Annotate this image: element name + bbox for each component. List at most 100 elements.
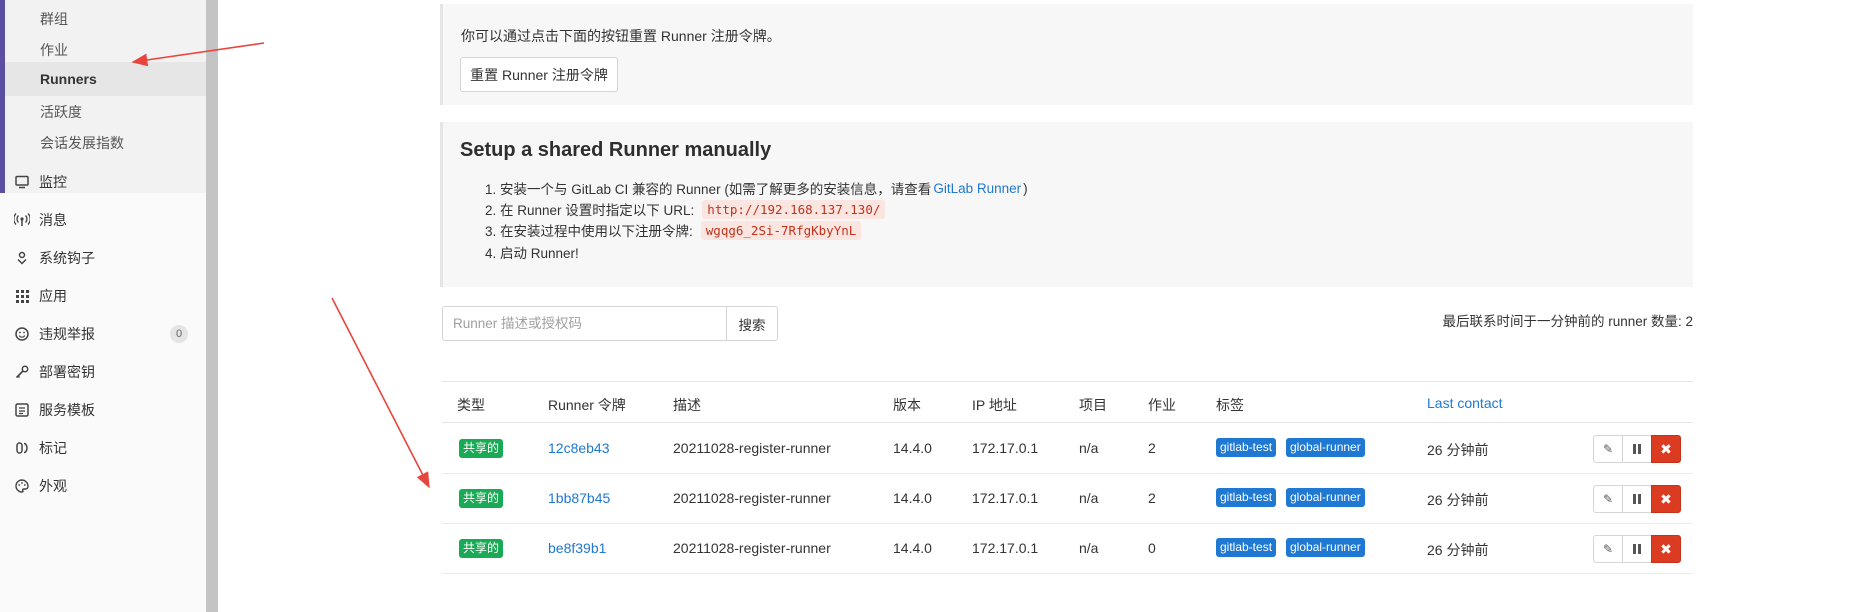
setup-step-4-text: 4. 启动 Runner!	[485, 246, 579, 261]
smiley-icon	[14, 326, 30, 342]
runner-version: 14.4.0	[893, 490, 932, 506]
table-row: 共享的 12c8eb43 20211028-register-runner 14…	[442, 424, 1693, 474]
close-icon: ✖	[1660, 540, 1672, 557]
runner-last-contact: 26 分钟前	[1427, 542, 1489, 558]
hook-icon	[14, 250, 30, 266]
runner-last-contact: 26 分钟前	[1427, 492, 1489, 508]
pause-runner-button[interactable]	[1622, 535, 1652, 563]
sidebar-item-appearance[interactable]: 外观	[0, 466, 206, 506]
setup-step-1-suffix: )	[1023, 180, 1028, 196]
sidebar-item-abuse-reports[interactable]: 违规举报 0	[0, 314, 206, 354]
remove-runner-button[interactable]: ✖	[1651, 535, 1681, 563]
reset-registration-token-button[interactable]: 重置 Runner 注册令牌	[460, 57, 618, 92]
runner-projects: n/a	[1079, 540, 1099, 556]
table-header: 类型 Runner 令牌 描述 版本 IP 地址 项目 作业 标签 Last c…	[442, 381, 1693, 423]
gitlab-runner-link[interactable]: GitLab Runner	[933, 181, 1021, 196]
runner-jobs: 0	[1148, 540, 1156, 556]
sidebar-item-applications[interactable]: 应用	[0, 276, 206, 316]
runner-tag: gitlab-test	[1216, 438, 1277, 457]
remove-runner-button[interactable]: ✖	[1651, 485, 1681, 513]
labels-icon	[14, 440, 30, 456]
setup-step-3-text: 3. 在安装过程中使用以下注册令牌:	[485, 224, 693, 239]
remove-runner-button[interactable]: ✖	[1651, 435, 1681, 463]
broadcast-icon	[14, 212, 30, 228]
column-header-last-contact[interactable]: Last contact	[1427, 395, 1503, 411]
sidebar-item-label: 系统钩子	[39, 250, 95, 266]
runner-description: 20211028-register-runner	[673, 490, 831, 506]
sidebar-item-runners[interactable]: Runners	[5, 62, 206, 96]
sidebar-item-jobs[interactable]: 作业	[40, 40, 68, 60]
shared-runner-badge: 共享的	[459, 539, 504, 558]
sidebar-item-system-hooks[interactable]: 系统钩子	[0, 238, 206, 278]
sidebar-item-broadcast[interactable]: 消息	[0, 200, 206, 240]
sidebar: 群组 作业 Runners 活跃度 会话发展指数 监控 消息 系统钩子 应用 违…	[0, 0, 210, 612]
setup-runner-title: Setup a shared Runner manually	[460, 139, 772, 161]
runner-description: 20211028-register-runner	[673, 540, 831, 556]
column-header-description: 描述	[673, 397, 701, 413]
edit-runner-button[interactable]: ✎	[1593, 535, 1623, 563]
column-header-jobs: 作业	[1148, 397, 1176, 413]
runner-description: 20211028-register-runner	[673, 440, 831, 456]
pause-icon	[1633, 494, 1641, 504]
runner-ip: 172.17.0.1	[972, 440, 1039, 456]
reset-token-description: 你可以通过点击下面的按钮重置 Runner 注册令牌。	[461, 28, 781, 44]
runner-tag: global-runner	[1286, 538, 1365, 557]
shared-runner-badge: 共享的	[459, 439, 504, 458]
column-header-tags: 标签	[1216, 397, 1244, 413]
edit-runner-button[interactable]: ✎	[1593, 485, 1623, 513]
pencil-icon: ✎	[1602, 542, 1614, 556]
sidebar-item-devops-score[interactable]: 会话发展指数	[40, 133, 124, 153]
sidebar-item-deploy-keys[interactable]: 部署密钥	[0, 352, 206, 392]
apps-grid-icon	[14, 288, 30, 304]
runner-url-code: http://192.168.137.130/	[702, 199, 886, 219]
runner-tag: global-runner	[1286, 488, 1365, 507]
pause-runner-button[interactable]	[1622, 435, 1652, 463]
online-runner-count: 最后联系时间于一分钟前的 runner 数量: 2	[1442, 314, 1693, 329]
setup-step-3: 3. 在安装过程中使用以下注册令牌: wgqg6_2Si-7RfgKbyYnL	[485, 220, 862, 240]
column-header-ip: IP 地址	[972, 397, 1017, 413]
sidebar-item-label: 监控	[39, 174, 67, 190]
sidebar-item-groups[interactable]: 群组	[40, 9, 68, 29]
sidebar-item-service-templates[interactable]: 服务模板	[0, 390, 206, 430]
abuse-reports-count-badge: 0	[170, 325, 188, 343]
runner-version: 14.4.0	[893, 540, 932, 556]
runner-jobs: 2	[1148, 490, 1156, 506]
runner-token-link[interactable]: 12c8eb43	[548, 440, 610, 456]
sidebar-item-label: 违规举报	[39, 326, 95, 342]
edit-runner-button[interactable]: ✎	[1593, 435, 1623, 463]
sidebar-item-monitoring[interactable]: 监控	[0, 162, 206, 202]
pencil-icon: ✎	[1602, 442, 1614, 456]
column-header-type: 类型	[457, 397, 485, 413]
column-header-projects: 项目	[1079, 397, 1107, 413]
sidebar-scrollbar[interactable]	[206, 0, 218, 612]
close-icon: ✖	[1660, 440, 1672, 457]
runner-ip: 172.17.0.1	[972, 490, 1039, 506]
sidebar-item-labels[interactable]: 标记	[0, 428, 206, 468]
table-row: 共享的 be8f39b1 20211028-register-runner 14…	[442, 524, 1693, 574]
runner-projects: n/a	[1079, 440, 1099, 456]
runner-token-link[interactable]: 1bb87b45	[548, 490, 610, 506]
search-button[interactable]: 搜索	[726, 306, 778, 341]
sidebar-item-label: 应用	[39, 288, 67, 304]
annotation-arrow	[331, 297, 430, 489]
reset-token-panel: 你可以通过点击下面的按钮重置 Runner 注册令牌。 重置 Runner 注册…	[440, 4, 1693, 105]
registration-token-code: wgqg6_2Si-7RfgKbyYnL	[700, 220, 862, 240]
runner-search-input[interactable]	[442, 306, 727, 341]
shared-runner-badge: 共享的	[459, 489, 504, 508]
template-icon	[14, 402, 30, 418]
setup-step-4: 4. 启动 Runner!	[485, 242, 579, 262]
setup-step-2-text: 2. 在 Runner 设置时指定以下 URL:	[485, 203, 695, 218]
runner-tag: global-runner	[1286, 438, 1365, 457]
runner-jobs: 2	[1148, 440, 1156, 456]
pencil-icon: ✎	[1602, 492, 1614, 506]
pause-icon	[1633, 444, 1641, 454]
runner-tag: gitlab-test	[1216, 488, 1277, 507]
monitor-icon	[14, 174, 30, 190]
column-header-token: Runner 令牌	[548, 397, 626, 413]
sidebar-item-activity[interactable]: 活跃度	[40, 102, 82, 122]
runner-token-link[interactable]: be8f39b1	[548, 540, 606, 556]
pause-runner-button[interactable]	[1622, 485, 1652, 513]
runner-tag: gitlab-test	[1216, 538, 1277, 557]
sidebar-item-label: 消息	[39, 212, 67, 228]
key-icon	[14, 364, 30, 380]
